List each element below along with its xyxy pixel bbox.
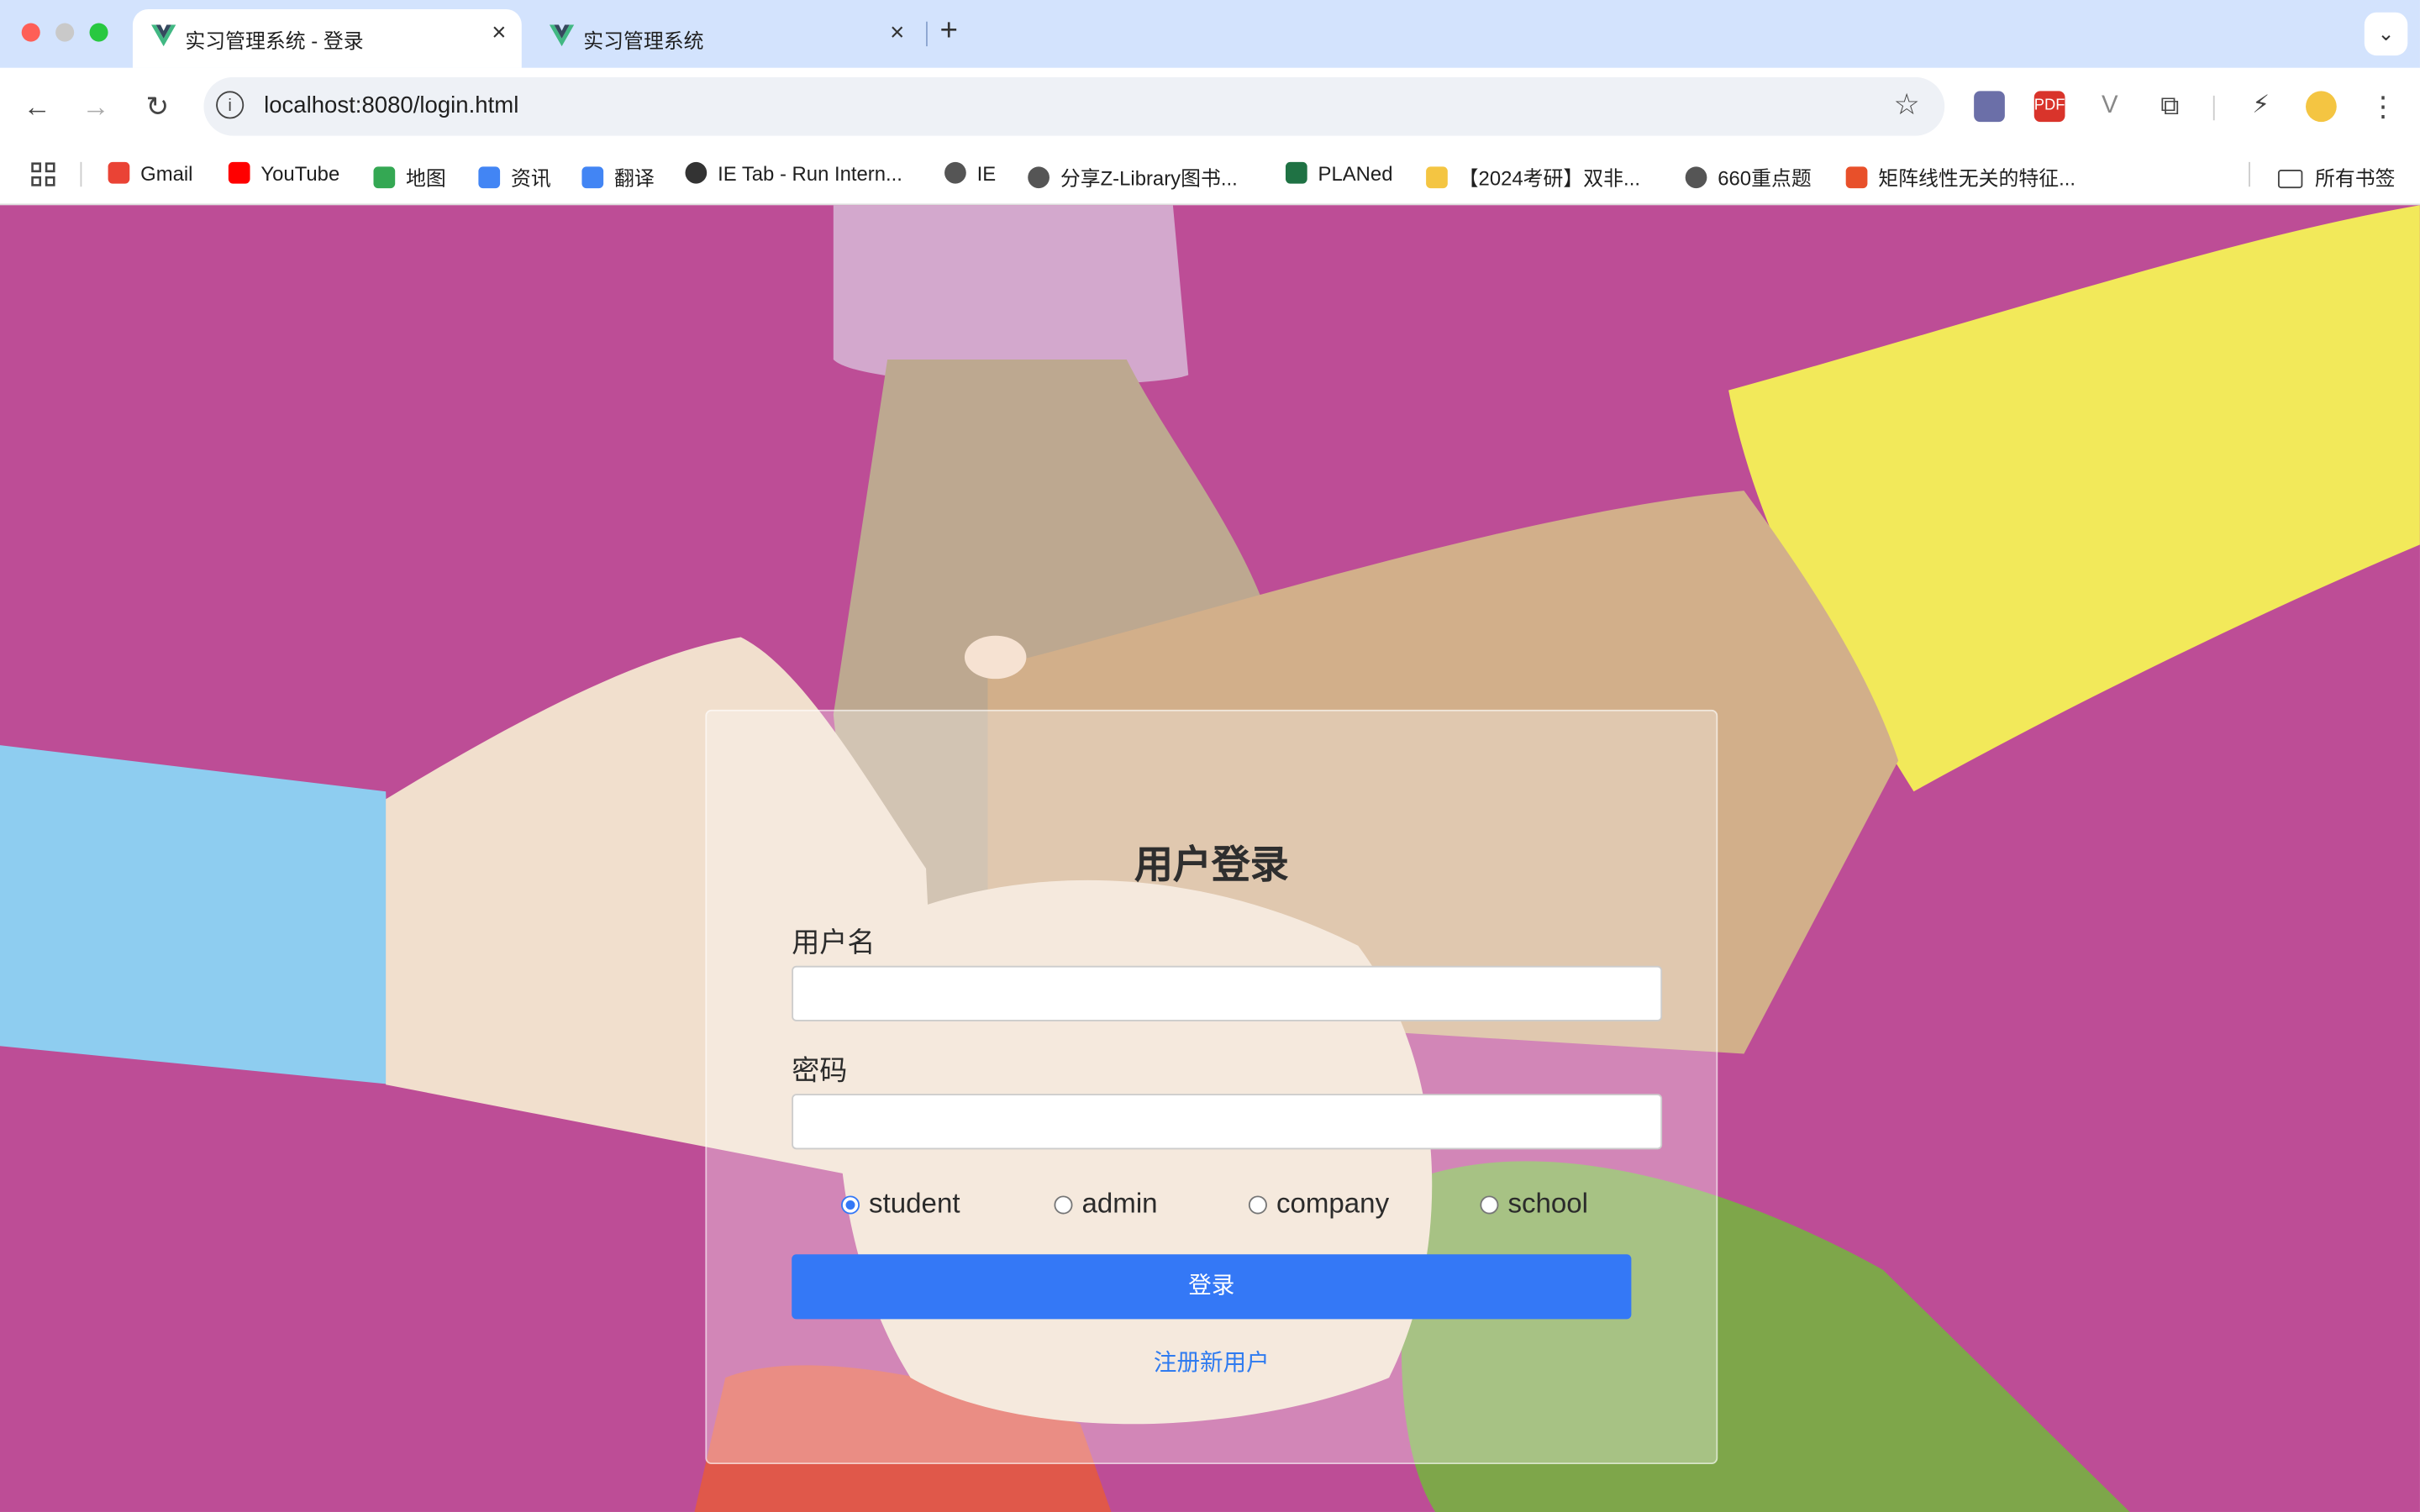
tab-search-chevron-down-icon[interactable]: ⌄	[2364, 12, 2408, 56]
bookmark-divider	[2249, 161, 2250, 187]
close-window-button[interactable]	[21, 23, 40, 42]
login-button[interactable]: 登录	[792, 1254, 1632, 1320]
radio-checked-icon[interactable]	[841, 1195, 860, 1215]
tab-system[interactable]: 实习管理系统 ×	[531, 9, 920, 68]
radio-unchecked-icon[interactable]	[1480, 1195, 1499, 1215]
bookmark-ie-tab[interactable]: IE Tab - Run Intern...	[685, 161, 902, 186]
bookmark-maps[interactable]: 地图	[373, 162, 446, 192]
profile-avatar[interactable]	[2306, 91, 2337, 123]
extension-pdf-icon[interactable]: PDF	[2033, 91, 2065, 123]
maps-icon	[373, 166, 396, 189]
bookmark-label: 所有书签	[2315, 166, 2396, 190]
bookmark-660[interactable]: 660重点题	[1685, 162, 1812, 192]
username-label: 用户名	[792, 927, 876, 958]
role-label: student	[869, 1188, 960, 1219]
tab-close-icon[interactable]: ×	[890, 20, 904, 48]
bookmark-label: 资讯	[510, 166, 551, 190]
address-bar[interactable]: i localhost:8080/login.html ☆	[203, 76, 1945, 136]
gmail-icon	[108, 161, 130, 184]
bookmark-matrix[interactable]: 矩阵线性无关的特征...	[1845, 162, 2076, 192]
vue-logo-icon	[549, 24, 575, 50]
minimize-window-button[interactable]	[55, 23, 75, 42]
bookmark-label: 分享Z-Library图书...	[1060, 166, 1238, 190]
bookmark-label: IE	[976, 161, 997, 186]
tab-close-icon[interactable]: ×	[492, 20, 506, 48]
bookmark-label: 翻译	[614, 166, 655, 190]
globe-icon	[944, 161, 966, 184]
reload-icon[interactable]: ↻	[139, 88, 176, 125]
ie-tab-icon	[685, 161, 708, 184]
browser-tab-strip: 实习管理系统 - 登录 × 实习管理系统 × + ⌄	[0, 0, 2420, 68]
bookmark-label: 地图	[406, 166, 446, 190]
role-label: company	[1276, 1188, 1390, 1219]
bookmark-ie[interactable]: IE	[944, 161, 997, 186]
bookmark-kaoyan[interactable]: 【2024考研】双非...	[1426, 162, 1640, 192]
all-bookmarks-folder[interactable]: 所有书签	[2277, 162, 2396, 192]
extension-clipboard-icon[interactable]	[1974, 91, 2005, 123]
login-page: 用户登录 用户名 密码 student admin company school…	[0, 205, 2420, 1512]
news-icon	[478, 166, 501, 189]
forward-arrow-icon[interactable]: →	[77, 88, 114, 125]
note-icon	[1426, 166, 1448, 189]
role-label: school	[1507, 1188, 1589, 1219]
bookmark-label: 矩阵线性无关的特征...	[1878, 166, 2076, 190]
bookmark-label: YouTube	[260, 161, 340, 186]
bookmark-star-icon[interactable]: ☆	[1894, 88, 1920, 123]
toolbar-divider	[2212, 95, 2215, 121]
role-option-company[interactable]: company	[1248, 1188, 1390, 1221]
bookmark-label: Gmail	[140, 161, 193, 186]
translate-icon	[581, 166, 604, 189]
role-option-school[interactable]: school	[1480, 1188, 1588, 1221]
bookmark-label: 660重点题	[1718, 166, 1812, 190]
extension-vue-devtools-icon[interactable]: V	[2094, 91, 2125, 122]
username-input[interactable]	[792, 965, 1663, 1021]
bookmark-news[interactable]: 资讯	[478, 162, 551, 192]
c-logo-icon	[1845, 166, 1868, 189]
bookmark-label: IE Tab - Run Intern...	[718, 161, 902, 186]
new-tab-button[interactable]: +	[940, 14, 958, 50]
bookmark-gmail[interactable]: Gmail	[108, 161, 193, 186]
bookmark-divider	[80, 161, 82, 187]
back-arrow-icon[interactable]: ←	[18, 88, 55, 125]
menu-kebab-icon[interactable]: ⋮	[2365, 88, 2402, 125]
bookmark-translate[interactable]: 翻译	[581, 162, 655, 192]
password-input[interactable]	[792, 1094, 1663, 1150]
globe-icon	[1028, 166, 1050, 189]
login-card: 用户登录 用户名 密码 student admin company school…	[705, 709, 1718, 1465]
bookmark-zlibrary[interactable]: 分享Z-Library图书...	[1028, 162, 1238, 192]
radio-unchecked-icon[interactable]	[1248, 1195, 1267, 1215]
globe-icon	[1685, 166, 1707, 189]
url-text[interactable]: localhost:8080/login.html	[264, 92, 518, 118]
apps-grid-icon[interactable]	[31, 162, 55, 192]
folder-icon	[2277, 170, 2303, 189]
role-option-admin[interactable]: admin	[1054, 1188, 1158, 1221]
bookmarks-bar: Gmail YouTube 地图 资讯 翻译 IE Tab - Run Inte…	[0, 144, 2420, 206]
extensions-puzzle-icon[interactable]: ⧉	[2154, 91, 2186, 122]
site-info-icon[interactable]: i	[216, 91, 245, 119]
excel-icon	[1285, 161, 1307, 184]
browser-toolbar: ← → ↻ i localhost:8080/login.html ☆ PDF …	[0, 67, 2420, 145]
login-title: 用户登录	[1134, 843, 1289, 888]
tab-title: 实习管理系统 - 登录	[185, 29, 364, 53]
role-option-student[interactable]: student	[841, 1188, 960, 1221]
bookmark-youtube[interactable]: YouTube	[228, 161, 340, 186]
bookmark-label: PLANed	[1318, 161, 1393, 186]
register-link[interactable]: 注册新用户	[707, 1346, 1716, 1378]
tab-divider	[926, 21, 928, 47]
bookmark-planed[interactable]: PLANed	[1285, 161, 1393, 186]
bookmark-label: 【2024考研】双非...	[1458, 166, 1640, 190]
role-label: admin	[1081, 1188, 1158, 1219]
radio-unchecked-icon[interactable]	[1054, 1195, 1073, 1215]
password-label: 密码	[792, 1055, 848, 1087]
performance-icon[interactable]: ⚡	[2245, 91, 2276, 122]
vue-logo-icon	[150, 24, 176, 50]
tab-title: 实习管理系统	[583, 29, 704, 53]
tab-login[interactable]: 实习管理系统 - 登录 ×	[132, 9, 522, 68]
maximize-window-button[interactable]	[89, 23, 108, 42]
youtube-icon	[228, 161, 250, 184]
